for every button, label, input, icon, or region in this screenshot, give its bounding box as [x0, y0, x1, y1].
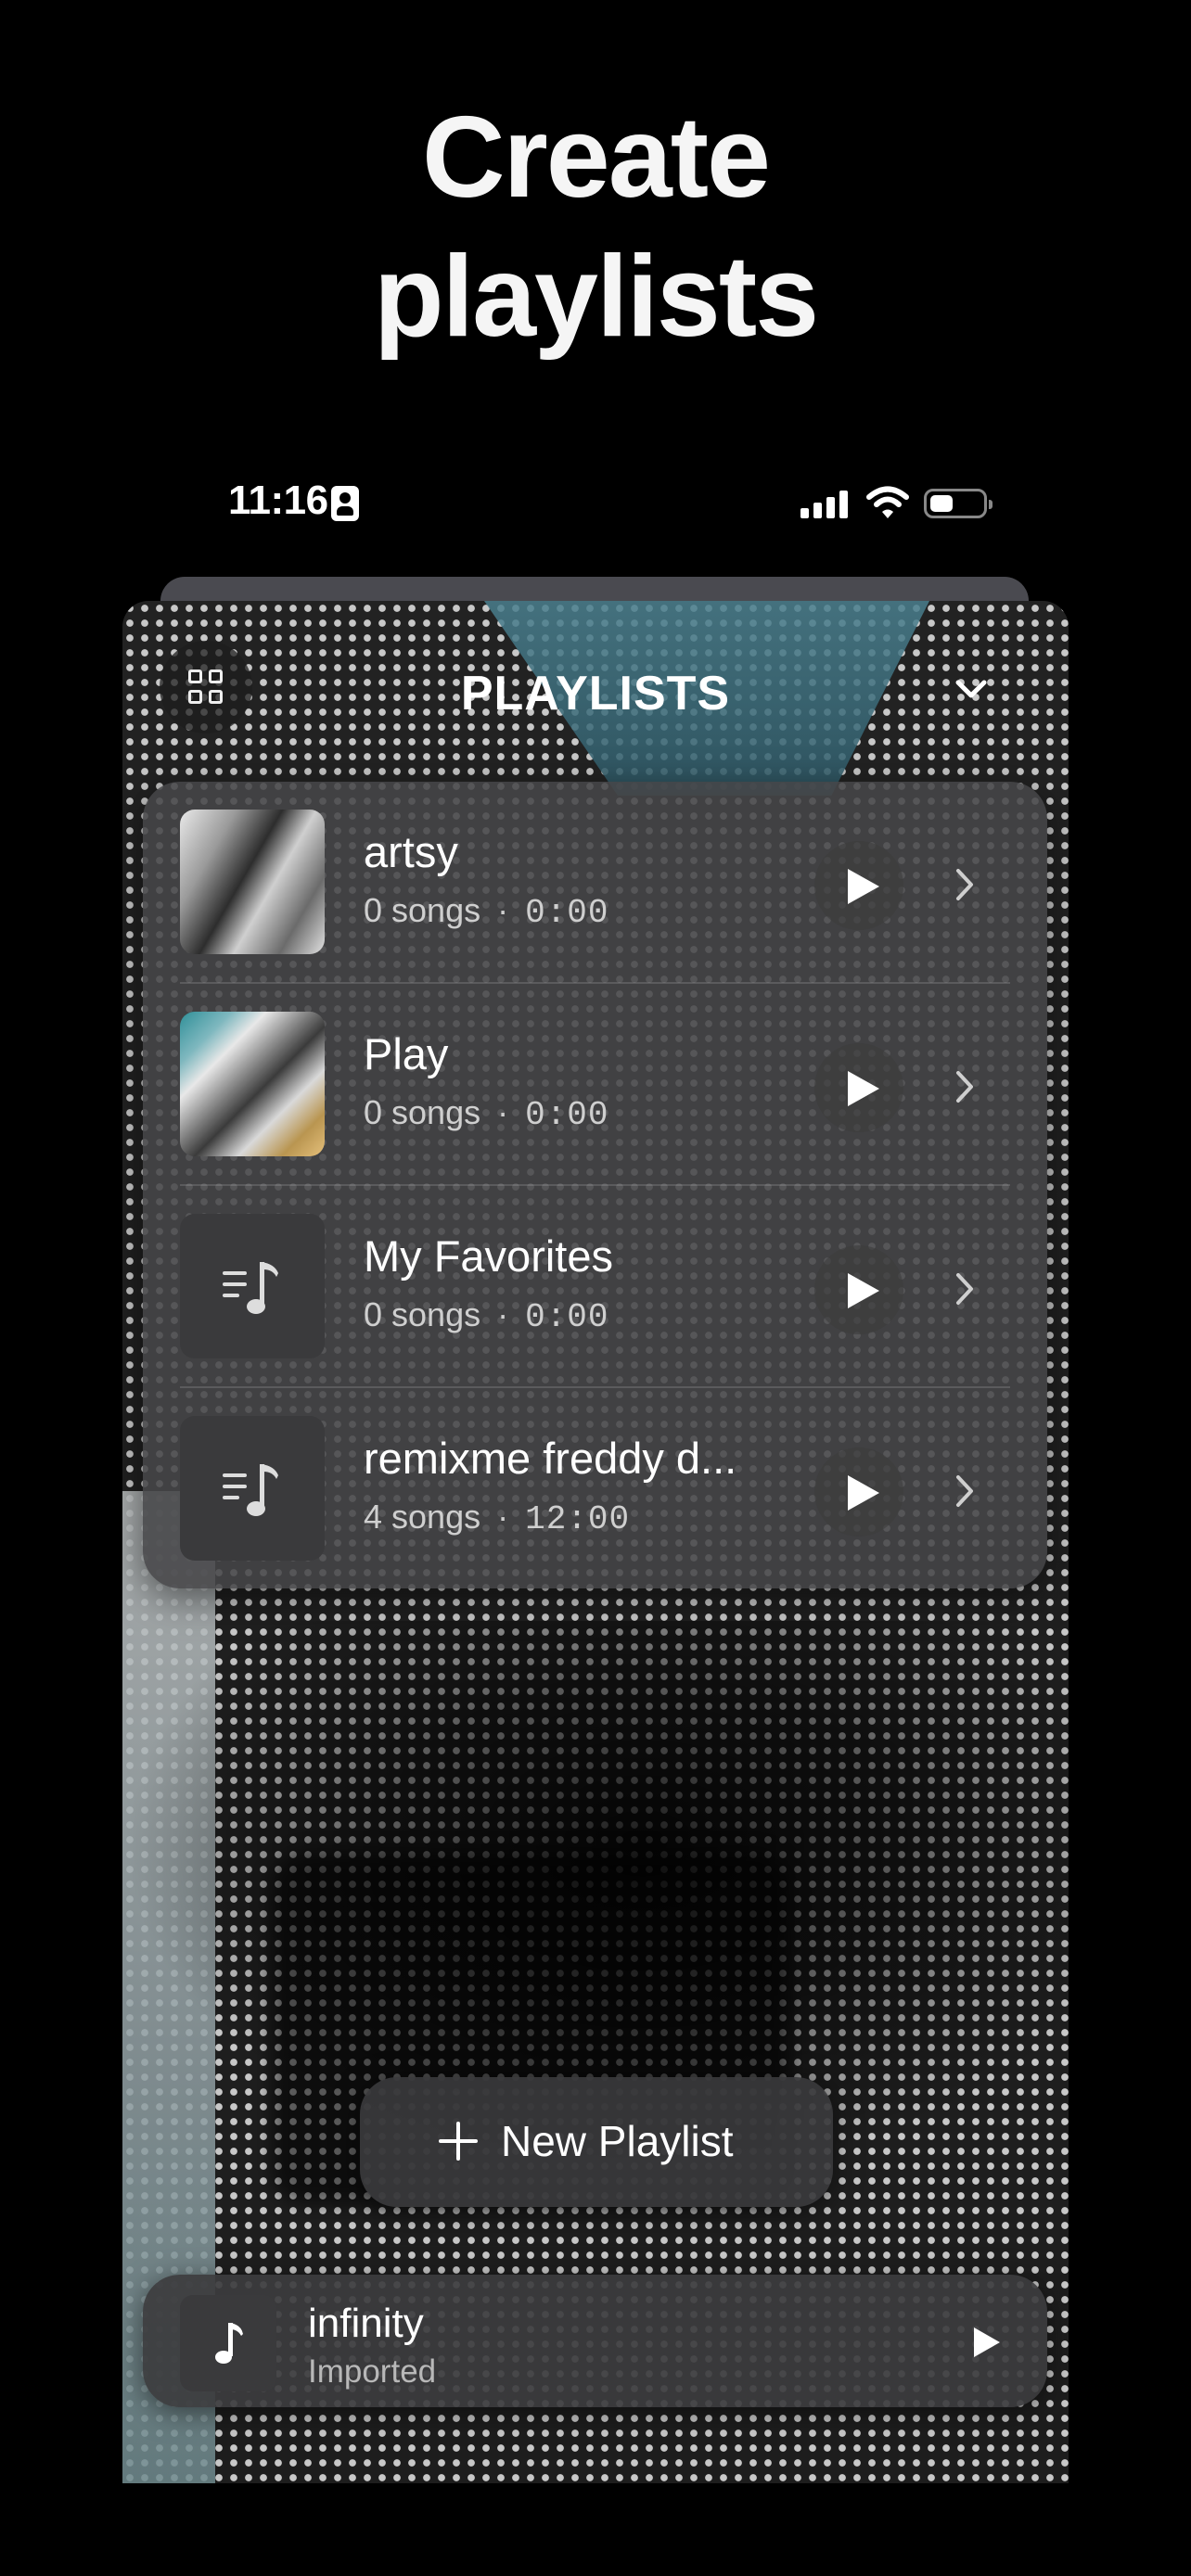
playlist-row[interactable]: My Favorites 0 songs · 0:00: [143, 1186, 1047, 1388]
play-icon[interactable]: [814, 1447, 903, 1537]
new-playlist-button[interactable]: New Playlist: [360, 2077, 833, 2207]
page-title: PLAYLISTS: [460, 667, 731, 721]
plus-icon: [439, 2122, 478, 2161]
playlist-list: artsy 0 songs·0:00 Play 0 songs·0:00: [143, 782, 1047, 1588]
top-bar: PLAYLISTS: [122, 601, 1069, 777]
app-screen: PLAYLISTS artsy 0 songs · 0:00 Play 0 song…: [122, 601, 1069, 2483]
contact-card-icon: [331, 486, 359, 521]
playlist-duration: 0:00: [525, 894, 609, 932]
headline-line-2: playlists: [373, 233, 819, 361]
battery-icon: [924, 489, 992, 518]
playlist-duration: 0:00: [525, 1298, 609, 1336]
mini-player-artwork: [180, 2295, 276, 2391]
chevron-right-icon[interactable]: [950, 863, 980, 906]
playlist-name: remixme freddy d...: [364, 1434, 737, 1483]
promo-headline: Create playlists: [0, 88, 1191, 366]
playlist-name: artsy: [364, 827, 458, 876]
headline-line-1: Create: [422, 94, 771, 222]
playlist-row[interactable]: Play 0 songs · 0:00: [143, 984, 1047, 1186]
music-list-icon: [223, 1262, 278, 1314]
playlist-meta: 0 songs · 0:00: [364, 1295, 609, 1336]
play-icon[interactable]: [814, 1043, 903, 1132]
chevron-right-icon[interactable]: [950, 1065, 980, 1108]
playlist-duration: 12:00: [525, 1500, 631, 1538]
playlist-song-count: 0 songs: [364, 1295, 481, 1333]
playlist-row[interactable]: remixme freddy d... 4 songs · 12:00: [143, 1388, 1047, 1590]
playlist-cover-placeholder: [180, 1416, 325, 1561]
playlist-cover-image: [180, 1012, 325, 1156]
playlist-name: My Favorites: [364, 1231, 613, 1281]
music-note-icon: [215, 2323, 243, 2364]
cellular-signal-icon: [800, 491, 849, 518]
music-list-icon: [223, 1464, 278, 1516]
play-icon[interactable]: [957, 2315, 1011, 2369]
play-icon[interactable]: [814, 1245, 903, 1334]
mini-player[interactable]: infinity Imported: [143, 2275, 1047, 2407]
chevron-right-icon[interactable]: [950, 1268, 980, 1310]
status-bar: 11:16: [0, 478, 1191, 533]
wifi-icon: [866, 486, 909, 518]
chevron-right-icon[interactable]: [950, 1470, 980, 1512]
playlist-song-count: 0 songs: [364, 891, 481, 929]
playlist-song-count: 0 songs: [364, 1093, 481, 1131]
playlist-song-count: 4 songs: [364, 1498, 481, 1536]
status-time: 11:16: [228, 478, 328, 523]
playlist-duration: 0:00: [525, 1096, 609, 1134]
chevron-down-icon[interactable]: [943, 666, 999, 712]
playlist-name: Play: [364, 1029, 449, 1078]
playlist-cover-image: [180, 810, 325, 954]
now-playing-subtitle: Imported: [308, 2353, 437, 2390]
playlist-row[interactable]: artsy 0 songs · 0:00: [143, 782, 1047, 984]
play-icon[interactable]: [814, 841, 903, 930]
new-playlist-label: New Playlist: [501, 2117, 734, 2165]
playlist-meta: 0 songs · 0:00: [364, 1093, 609, 1134]
now-playing-title: infinity: [308, 2301, 424, 2346]
playlist-meta: 0 songs · 0:00: [364, 891, 609, 932]
playlist-meta: 4 songs · 12:00: [364, 1498, 631, 1538]
playlist-cover-placeholder: [180, 1214, 325, 1358]
